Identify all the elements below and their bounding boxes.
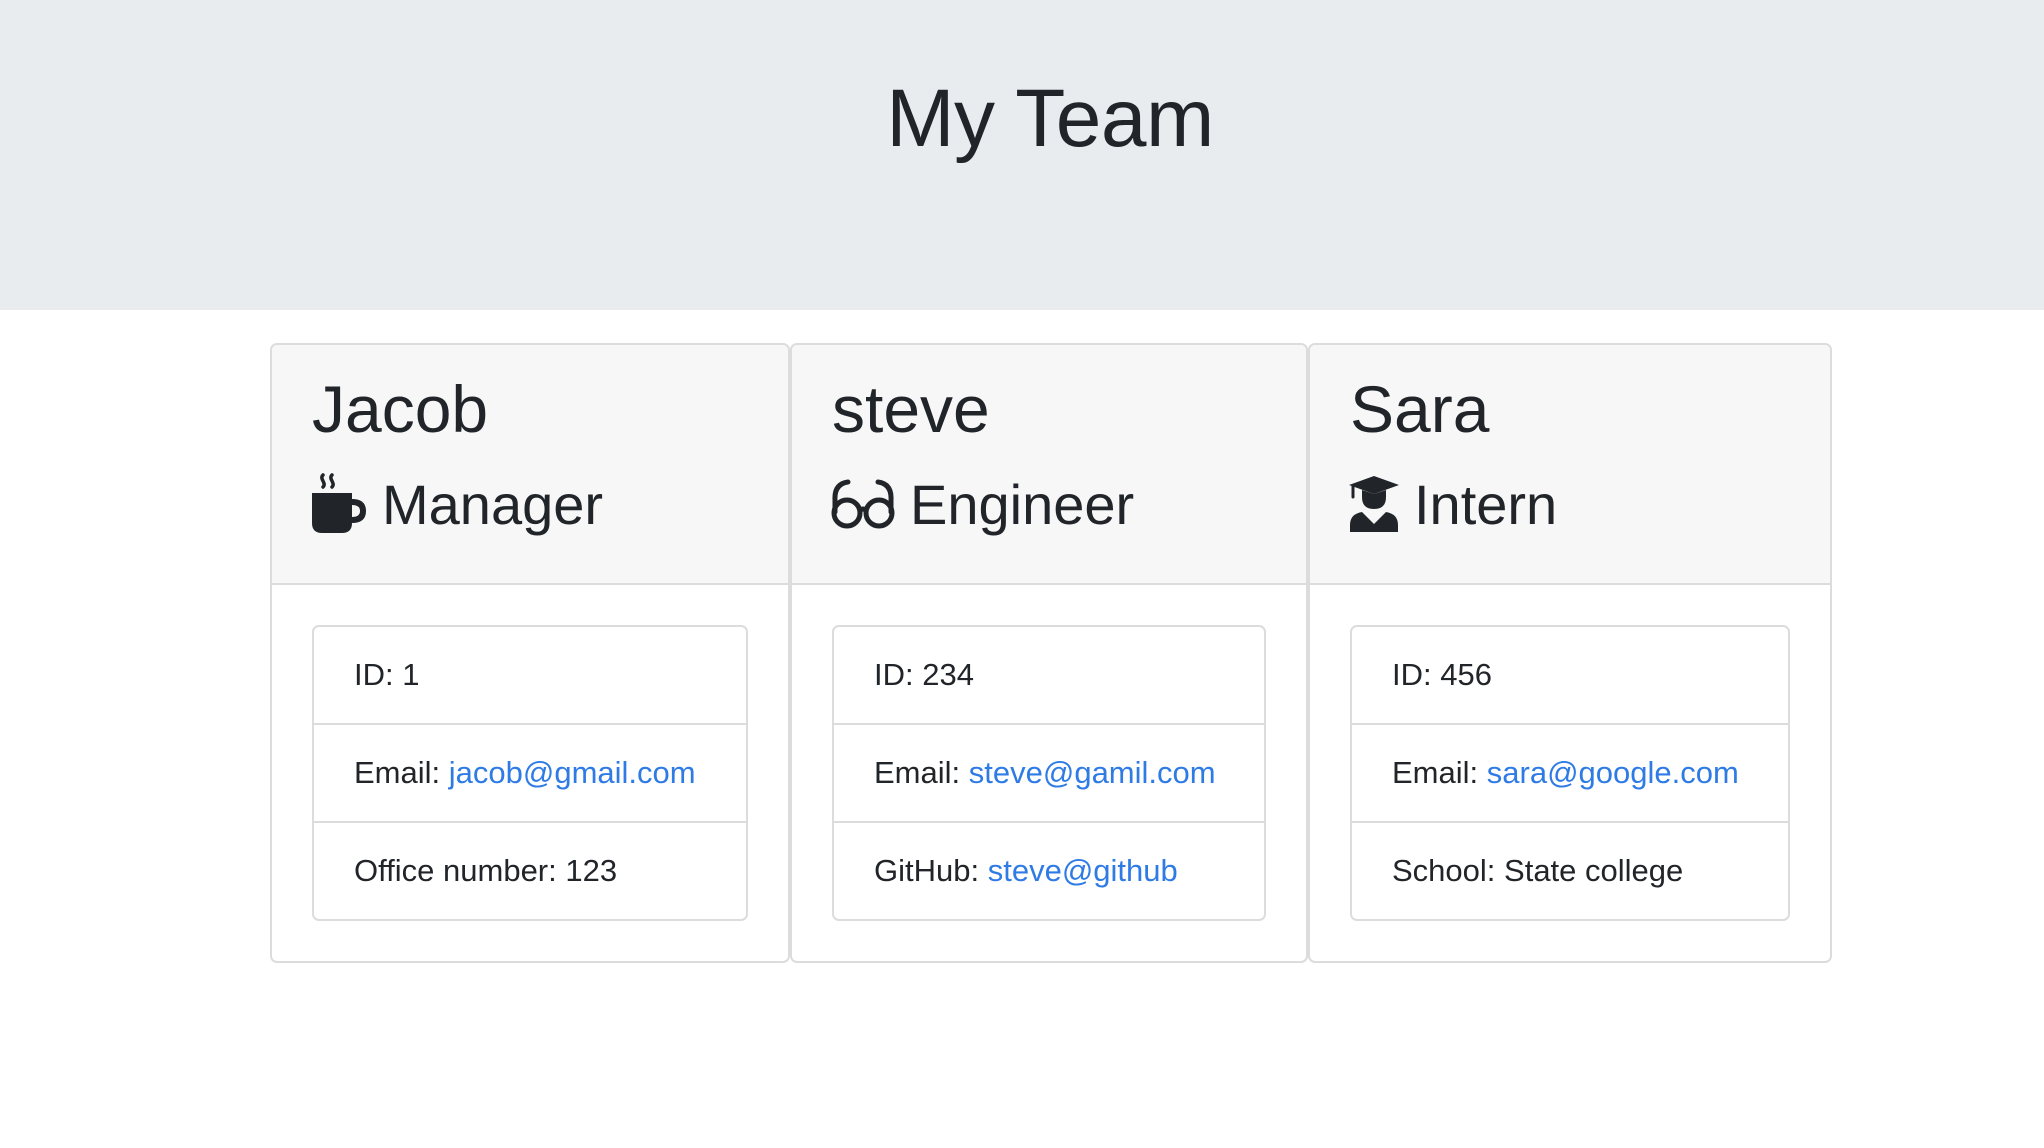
employee-role: Intern [1348, 469, 1557, 539]
email-label: Email: [354, 755, 441, 790]
card-header: Jacob Manager [272, 345, 788, 585]
id-label: ID: [1392, 657, 1432, 692]
header-jumbotron: My Team [0, 0, 2044, 310]
employee-name: steve [832, 372, 990, 446]
id-value: 234 [922, 657, 974, 692]
email-label: Email: [1392, 755, 1479, 790]
card-header: Sara Intern [1310, 345, 1830, 585]
github-label: GitHub: [874, 853, 980, 888]
employee-role: Engineer [830, 469, 1134, 539]
email-link[interactable]: steve@gamil.com [969, 755, 1216, 791]
employee-role: Manager [310, 469, 603, 539]
list-item-id: ID: 1 [314, 627, 746, 725]
graduate-student-icon [1348, 475, 1400, 533]
id-value: 456 [1440, 657, 1492, 692]
id-label: ID: [874, 657, 914, 692]
employee-name: Jacob [312, 372, 489, 446]
employee-details-list: ID: 1 Email: jacob@gmail.com Office numb… [312, 625, 748, 921]
list-item-email: Email: steve@gamil.com [834, 725, 1264, 823]
office-number-label: Office number: [354, 853, 557, 888]
list-item-id: ID: 234 [834, 627, 1264, 725]
list-item-office-number: Office number: 123 [314, 823, 746, 919]
list-item-github: GitHub: steve@github [834, 823, 1264, 919]
role-label: Manager [382, 472, 604, 536]
employee-details-list: ID: 234 Email: steve@gamil.com GitHub: s… [832, 625, 1266, 921]
email-link[interactable]: jacob@gmail.com [449, 755, 696, 791]
employee-card-engineer: steve Engineer ID: 234 Email: steve@gami… [790, 343, 1308, 963]
role-label: Intern [1414, 472, 1558, 536]
office-number-value: 123 [565, 853, 618, 888]
list-item-email: Email: jacob@gmail.com [314, 725, 746, 823]
school-value: State college [1504, 853, 1684, 888]
card-header: steve Engineer [792, 345, 1306, 585]
email-label: Email: [874, 755, 961, 790]
role-label: Engineer [910, 472, 1135, 536]
id-label: ID: [354, 657, 394, 692]
school-label: School: [1392, 853, 1496, 888]
list-item-school: School: State college [1352, 823, 1788, 919]
page-title: My Team [886, 73, 1214, 164]
glasses-icon [830, 478, 896, 530]
coffee-mug-icon [310, 473, 368, 535]
employee-card-intern: Sara Intern ID: 456 Email: sara@google.c… [1308, 343, 1832, 963]
list-item-email: Email: sara@google.com [1352, 725, 1788, 823]
employee-details-list: ID: 456 Email: sara@google.com School: S… [1350, 625, 1790, 921]
id-value: 1 [402, 657, 420, 692]
github-link[interactable]: steve@github [988, 853, 1178, 889]
employee-name: Sara [1350, 372, 1490, 446]
list-item-id: ID: 456 [1352, 627, 1788, 725]
email-link[interactable]: sara@google.com [1487, 755, 1739, 791]
employee-card-manager: Jacob Manager ID: 1 Email: jacob@gmail.c… [270, 343, 790, 963]
